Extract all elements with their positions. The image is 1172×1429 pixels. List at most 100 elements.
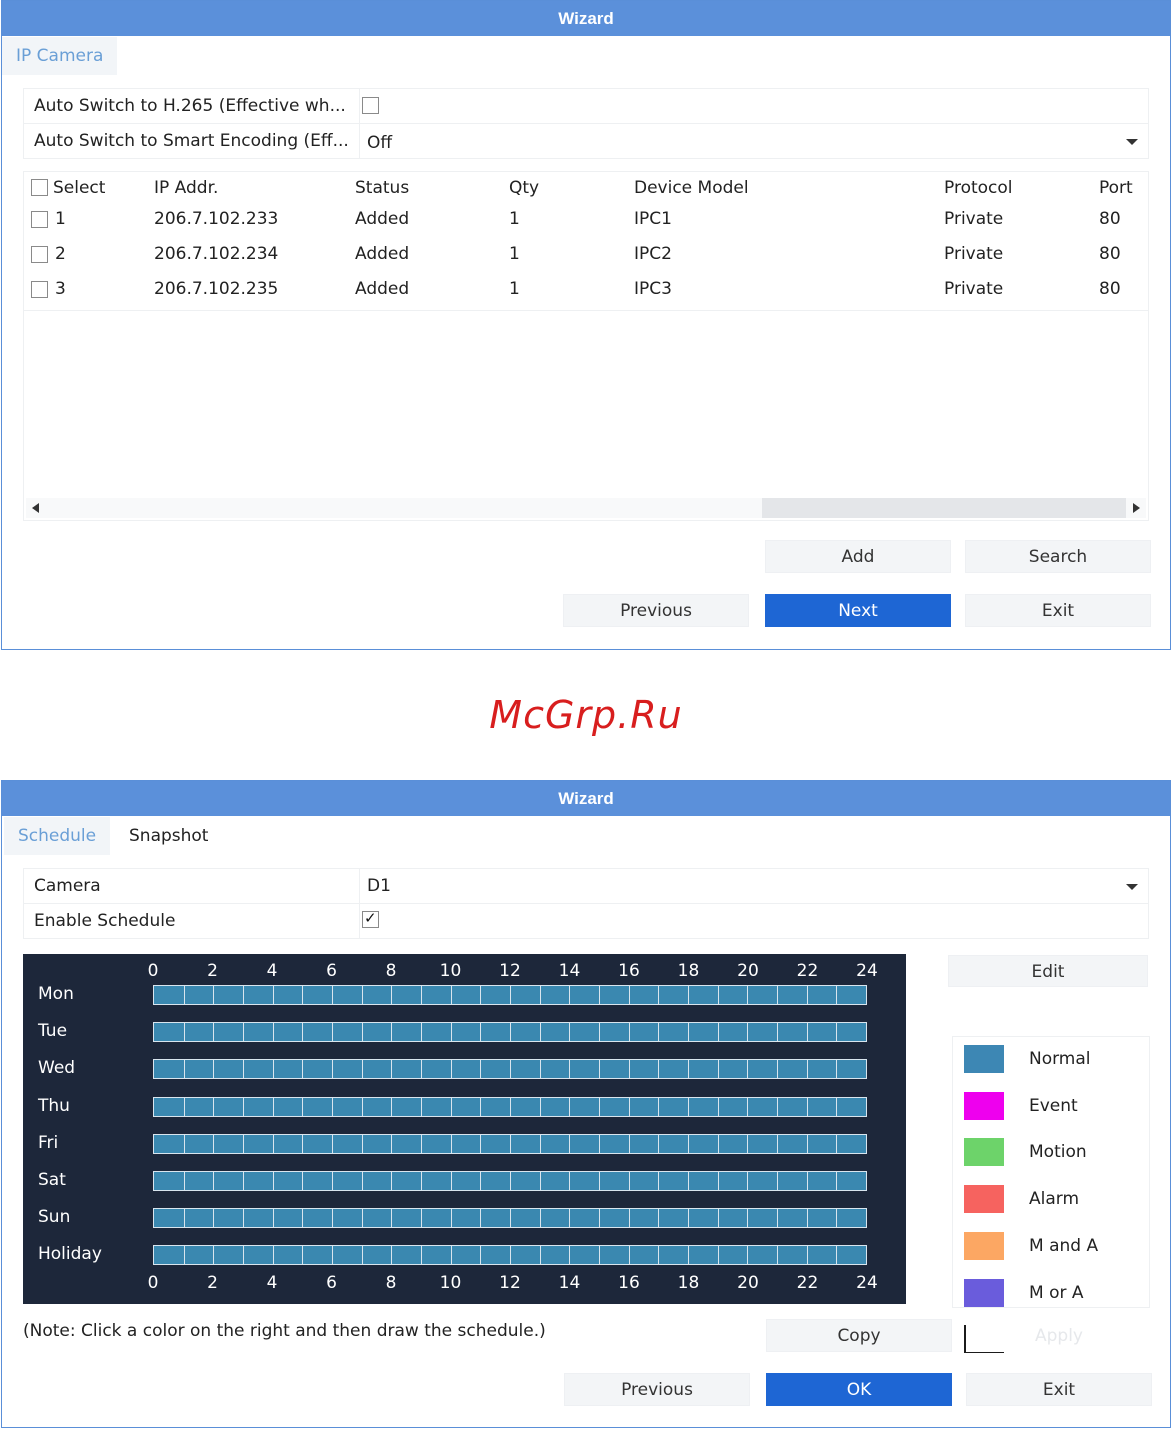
schedule-bar[interactable] (153, 985, 867, 1005)
color-swatch[interactable] (964, 1091, 1004, 1120)
hour-cell-divider (628, 1023, 630, 1042)
hour-cell-divider (628, 1134, 630, 1153)
copy-button[interactable]: Copy (766, 1319, 952, 1352)
hour-cell-divider (183, 1209, 185, 1228)
tab-snapshot[interactable]: Snapshot (115, 817, 222, 855)
hour-cell-divider (510, 1023, 511, 1042)
top-hour-label: 14 (558, 961, 581, 981)
top-hour-label: 6 (326, 961, 337, 981)
scroll-right-button[interactable] (1126, 498, 1146, 518)
hour-cell-divider (421, 1023, 422, 1042)
hour-cell-divider (213, 1097, 215, 1116)
previous-button[interactable]: Previous (563, 594, 749, 627)
table-row[interactable]: 1 206.7.102.233 Added 1 IPC1 Private 80 (24, 206, 1148, 241)
hour-cell-divider (539, 1134, 541, 1153)
hour-cell-divider (243, 1209, 244, 1228)
schedule-note: (Note: Click a color on the right and th… (23, 1321, 546, 1341)
ok-button[interactable]: OK (766, 1373, 952, 1406)
color-swatch[interactable] (964, 1231, 1004, 1260)
hour-cell-divider (688, 1023, 689, 1042)
exit-button[interactable]: Exit (966, 1373, 1152, 1406)
hour-cell-divider (450, 1209, 452, 1228)
select-all-checkbox[interactable] (31, 179, 48, 196)
color-legend: NormalEventMotionAlarmM and AM or ANone (952, 1036, 1150, 1354)
hour-cell-divider (421, 1172, 422, 1190)
legend-item[interactable]: Alarm (953, 1179, 1149, 1225)
day-label: Sat (38, 1170, 66, 1190)
color-swatch[interactable] (964, 1185, 1004, 1214)
hour-cell-divider (628, 1060, 630, 1079)
schedule-bar[interactable] (153, 1245, 867, 1266)
scroll-left-button[interactable] (26, 498, 46, 518)
auto-smart-encoding-value: Off (367, 133, 393, 153)
legend-item[interactable]: Event (953, 1086, 1149, 1132)
legend-item[interactable]: Motion (953, 1132, 1149, 1178)
row-checkbox[interactable] (31, 211, 48, 228)
schedule-bar[interactable] (153, 1022, 867, 1043)
hour-cell-divider (391, 1060, 393, 1079)
hour-cell-divider (539, 1246, 541, 1265)
exit-button[interactable]: Exit (965, 594, 1151, 627)
schedule-bar[interactable] (153, 1208, 867, 1229)
hour-cell-divider (539, 1060, 541, 1079)
bottom-hour-label: 4 (266, 1273, 278, 1293)
hour-cell-divider (717, 1246, 719, 1265)
row-protocol: Private (944, 209, 1004, 229)
row-protocol: Private (944, 244, 1004, 264)
auto-smart-encoding-select[interactable]: Off (359, 124, 1148, 159)
scrollbar-thumb[interactable] (762, 498, 1126, 518)
color-swatch[interactable] (964, 1138, 1004, 1167)
hour-cell-divider (539, 1023, 541, 1042)
previous-button[interactable]: Previous (564, 1373, 750, 1406)
schedule-bar[interactable] (153, 1133, 867, 1154)
search-button[interactable]: Search (965, 540, 1151, 573)
color-swatch[interactable] (964, 1045, 1004, 1073)
hour-cell-divider (272, 986, 274, 1004)
tab-ip-camera[interactable]: IP Camera (2, 37, 118, 75)
auto-h265-checkbox[interactable] (362, 97, 379, 114)
legend-item[interactable]: Normal (953, 1039, 1149, 1085)
edit-button[interactable]: Edit (948, 955, 1148, 987)
camera-select[interactable]: D1 (359, 869, 1148, 903)
tab-schedule[interactable]: Schedule (4, 817, 111, 855)
hour-cell-divider (361, 1023, 363, 1042)
hour-cell-divider (361, 1134, 363, 1153)
schedule-bar[interactable] (153, 1096, 867, 1117)
legend-item[interactable]: M or A (953, 1273, 1149, 1319)
schedule-bar[interactable] (153, 1059, 867, 1080)
hour-cell-divider (777, 1134, 778, 1153)
hour-cell-divider (332, 1209, 333, 1228)
hour-cell-divider (658, 986, 660, 1004)
header-select: Select (53, 178, 106, 198)
hour-cell-divider (717, 986, 719, 1004)
hour-cell-divider (302, 1023, 304, 1042)
enable-schedule-checkbox[interactable]: ✓ (362, 909, 379, 928)
color-swatch[interactable] (964, 1278, 1004, 1307)
camera-value: D1 (367, 876, 391, 896)
schedule-grid[interactable]: 0 2 4 6 8 10 12 14 16 18 20 22 24 0 2 4 6 8 10 12 14 16 18 20 22… (23, 954, 906, 1304)
add-button[interactable]: Add (765, 540, 951, 573)
hour-cell-divider (569, 1097, 571, 1116)
hour-cell-divider (569, 1023, 571, 1042)
table-row[interactable]: 2 206.7.102.234 Added 1 IPC2 Private 80 (24, 241, 1148, 276)
header-protocol: Protocol (944, 178, 1013, 198)
row-status: Added (355, 279, 410, 299)
hour-cell-divider (272, 1209, 274, 1228)
legend-item[interactable]: M and A (953, 1226, 1149, 1272)
row-checkbox[interactable] (31, 281, 48, 298)
hour-cell-divider (688, 1097, 689, 1116)
horizontal-scrollbar[interactable] (26, 498, 1146, 518)
bottom-hour-label: 10 (439, 1273, 462, 1293)
hour-cell-divider (569, 986, 571, 1004)
header-status: Status (355, 178, 410, 198)
hour-cell-divider (480, 1097, 482, 1116)
hour-cell-divider (747, 986, 749, 1004)
table-row[interactable]: 3 206.7.102.235 Added 1 IPC3 Private 80 (24, 276, 1148, 311)
schedule-bar[interactable] (153, 1171, 867, 1191)
hour-cell-divider (717, 1023, 719, 1042)
hour-cell-divider (421, 1209, 422, 1228)
next-button[interactable]: Next (765, 594, 951, 627)
bottom-hour-label: 2 (207, 1273, 218, 1293)
hour-cell-divider (717, 1060, 719, 1079)
row-checkbox[interactable] (31, 246, 48, 263)
